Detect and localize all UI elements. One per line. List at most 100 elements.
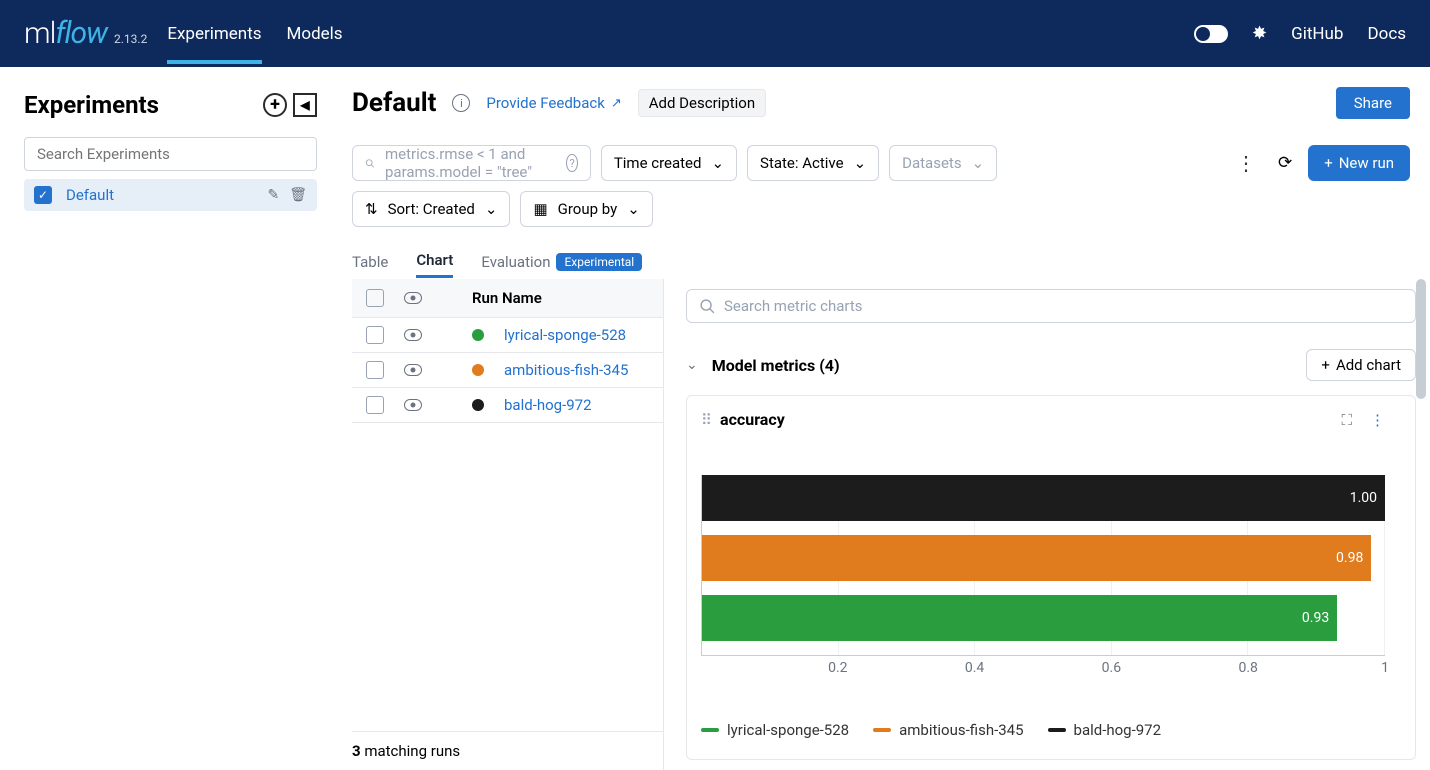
section-title: Model metrics (4): [712, 356, 840, 375]
sort-dropdown[interactable]: ⇅Sort: Created⌄: [352, 191, 510, 227]
run-name-header: Run Name: [472, 289, 542, 307]
sidebar-title: Experiments: [24, 91, 159, 119]
share-button[interactable]: Share: [1336, 87, 1410, 119]
chart-bars: 1.00 0.98 0.93: [701, 475, 1385, 655]
chevron-down-icon: ⌄: [854, 154, 867, 172]
plus-icon: +: [1321, 356, 1330, 374]
experiment-name[interactable]: Default: [66, 186, 253, 204]
logo-flow: flow: [55, 16, 107, 51]
theme-toggle[interactable]: [1194, 25, 1228, 43]
tab-table[interactable]: Table: [352, 245, 388, 278]
state-dropdown[interactable]: State: Active⌄: [747, 145, 879, 181]
run-link[interactable]: bald-hog-972: [504, 396, 592, 414]
chevron-down-icon: ⌄: [627, 200, 640, 218]
group-icon: ▦: [533, 200, 547, 218]
run-link[interactable]: lyrical-sponge-528: [504, 326, 626, 344]
add-chart-button[interactable]: +Add chart: [1306, 349, 1416, 381]
legend-swatch: [873, 728, 891, 732]
gear-icon[interactable]: ✸: [1252, 23, 1267, 44]
top-nav: Experiments Models: [167, 4, 342, 64]
visibility-toggle-all[interactable]: [404, 292, 422, 304]
legend-swatch: [1048, 728, 1066, 732]
chevron-down-icon: ⌄: [711, 154, 724, 172]
search-runs-input[interactable]: metrics.rmse < 1 and params.model = "tre…: [352, 145, 591, 181]
chart-area: Search metric charts ⌄ Model metrics (4)…: [664, 279, 1430, 770]
add-description-button[interactable]: Add Description: [638, 89, 766, 117]
external-link-icon: ↗: [611, 96, 622, 111]
new-experiment-button[interactable]: +: [263, 93, 287, 117]
run-color-dot: [472, 364, 484, 376]
edit-icon[interactable]: ✎: [267, 187, 279, 203]
page-title: Default: [352, 88, 436, 118]
logo-ml: ml: [24, 16, 55, 51]
logo[interactable]: mlflow 2.13.2: [24, 16, 147, 51]
drag-handle-icon[interactable]: ⠿: [701, 411, 710, 429]
chart-card-accuracy: ⠿ accuracy ⛶ ⋮ 1.00 0.98 0.93 0.2 0.4 0.6 0.8…: [686, 395, 1416, 760]
delete-icon[interactable]: 🗑: [289, 187, 307, 203]
chevron-down-icon: ⌄: [972, 154, 985, 172]
legend-item[interactable]: lyrical-sponge-528: [701, 721, 849, 739]
run-checkbox[interactable]: [366, 396, 384, 414]
more-menu-button[interactable]: ⋮: [1230, 151, 1262, 175]
visibility-toggle[interactable]: [404, 399, 422, 411]
chart-menu-button[interactable]: ⋮: [1370, 411, 1385, 429]
run-checkbox[interactable]: [366, 326, 384, 344]
search-metric-charts-input[interactable]: Search metric charts: [686, 289, 1416, 323]
x-tick: 0.2: [828, 660, 847, 676]
sidebar: Experiments + ◀ ✓ Default ✎ 🗑: [0, 67, 332, 770]
logo-version: 2.13.2: [114, 32, 147, 46]
legend-swatch: [701, 728, 719, 732]
nav-github[interactable]: GitHub: [1291, 24, 1343, 44]
chart-legend: lyrical-sponge-528 ambitious-fish-345 bald…: [701, 721, 1385, 739]
run-link[interactable]: ambitious-fish-345: [504, 361, 628, 379]
new-run-button[interactable]: +New run: [1308, 145, 1410, 181]
time-created-dropdown[interactable]: Time created⌄: [601, 145, 737, 181]
chart-bar: 0.98: [702, 535, 1385, 581]
tab-evaluation[interactable]: EvaluationExperimental: [481, 245, 642, 278]
legend-item[interactable]: ambitious-fish-345: [873, 721, 1023, 739]
chevron-down-icon: ⌄: [485, 200, 498, 218]
refresh-button[interactable]: ⟳: [1272, 153, 1298, 173]
run-checkbox[interactable]: [366, 361, 384, 379]
x-tick: 0.4: [965, 660, 984, 676]
chart-x-axis: 0.20.40.60.81: [701, 655, 1385, 675]
experiment-checkbox[interactable]: ✓: [34, 186, 52, 204]
nav-models[interactable]: Models: [287, 4, 343, 64]
select-all-checkbox[interactable]: [366, 289, 384, 307]
experiment-item[interactable]: ✓ Default ✎ 🗑: [24, 179, 317, 211]
section-collapse-button[interactable]: ⌄: [686, 357, 698, 373]
visibility-toggle[interactable]: [404, 329, 422, 341]
help-icon[interactable]: ?: [566, 154, 577, 172]
chart-bar: 0.93: [702, 595, 1385, 641]
group-by-dropdown[interactable]: ▦Group by⌄: [520, 191, 652, 227]
matching-runs-label: 3 matching runs: [352, 731, 663, 770]
sort-icon: ⇅: [365, 200, 378, 218]
collapse-sidebar-button[interactable]: ◀: [293, 93, 317, 117]
chart-title: accuracy: [720, 410, 785, 429]
visibility-toggle[interactable]: [404, 364, 422, 376]
scrollbar[interactable]: [1416, 279, 1426, 770]
x-tick: 0.6: [1102, 660, 1121, 676]
run-row[interactable]: bald-hog-972: [352, 388, 663, 423]
topbar: mlflow 2.13.2 Experiments Models ✸ GitHu…: [0, 0, 1430, 67]
run-color-dot: [472, 329, 484, 341]
datasets-dropdown[interactable]: Datasets⌄: [889, 145, 997, 181]
tab-chart[interactable]: Chart: [416, 245, 453, 278]
chart-bar: 1.00: [702, 475, 1385, 521]
feedback-link[interactable]: Provide Feedback ↗: [486, 94, 621, 112]
x-tick: 1: [1381, 660, 1389, 676]
plus-icon: +: [1324, 154, 1333, 172]
run-row[interactable]: ambitious-fish-345: [352, 353, 663, 388]
info-icon[interactable]: i: [452, 94, 470, 112]
run-color-dot: [472, 399, 484, 411]
x-tick: 0.8: [1238, 660, 1257, 676]
fullscreen-icon[interactable]: ⛶: [1341, 411, 1352, 429]
nav-docs[interactable]: Docs: [1367, 24, 1406, 44]
search-experiments-input[interactable]: [24, 137, 317, 171]
search-icon: [699, 298, 716, 315]
search-icon: [365, 155, 375, 172]
legend-item[interactable]: bald-hog-972: [1048, 721, 1162, 739]
nav-experiments[interactable]: Experiments: [167, 4, 261, 64]
run-row[interactable]: lyrical-sponge-528: [352, 318, 663, 353]
experimental-badge: Experimental: [556, 253, 642, 271]
